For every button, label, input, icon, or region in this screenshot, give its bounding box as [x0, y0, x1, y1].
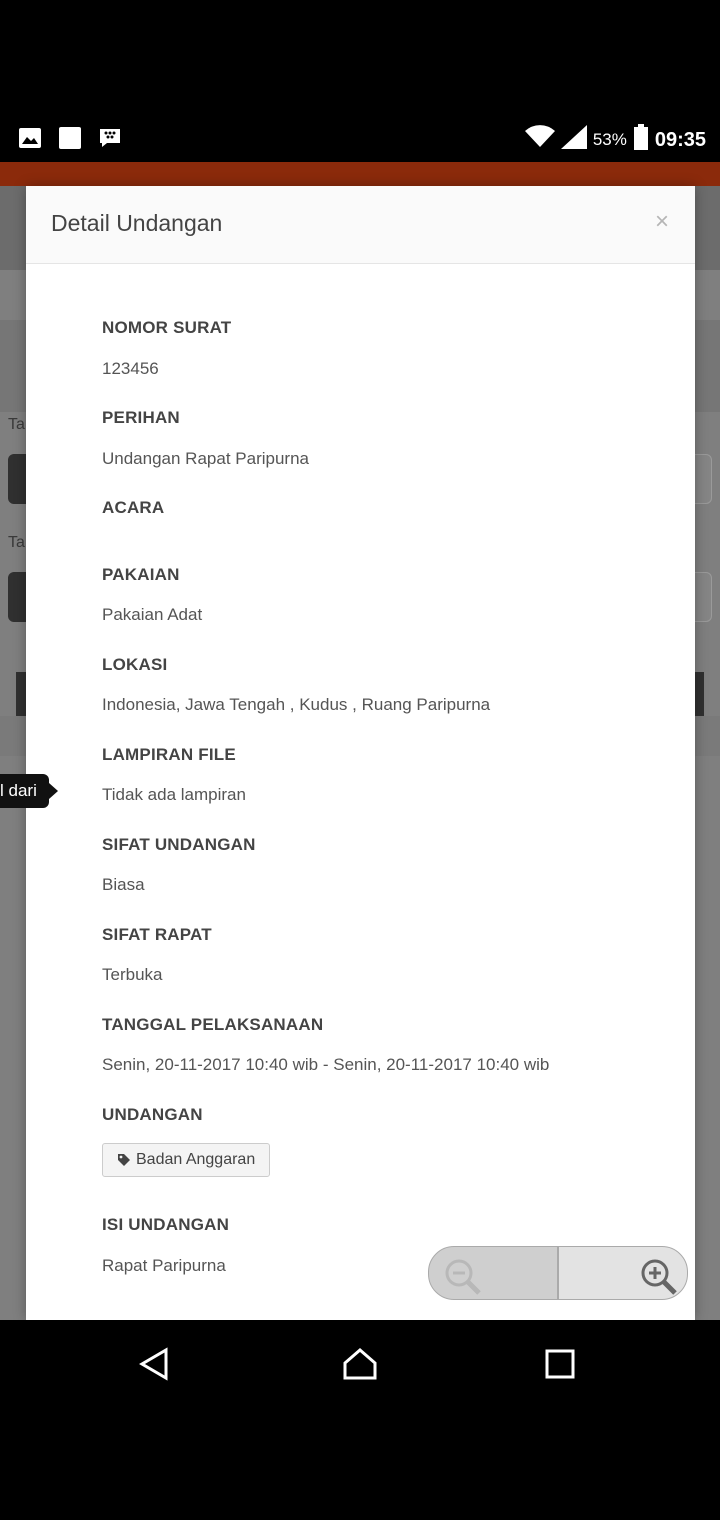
- field-value-isi-undangan: Rapat Paripurna: [102, 1256, 226, 1275]
- zoom-out-icon: [445, 1259, 481, 1295]
- field-value-lampiran-file: Tidak ada lampiran: [102, 785, 246, 804]
- battery-icon: [633, 124, 649, 156]
- home-button[interactable]: [338, 1342, 382, 1386]
- status-bar: 53% 09:35: [0, 118, 720, 162]
- field-label-acara: ACARA: [102, 498, 165, 517]
- modal-header: Detail Undangan ×: [26, 186, 695, 264]
- backdrop-label-2: Ta: [8, 534, 25, 551]
- field-label-undangan: UNDANGAN: [102, 1105, 203, 1124]
- battery-percent: 53%: [592, 130, 627, 149]
- zoom-in-icon: [641, 1259, 677, 1295]
- field-value-sifat-rapat: Terbuka: [102, 965, 163, 984]
- close-button[interactable]: ×: [655, 210, 669, 234]
- field-label-tanggal-pelaksanaan: TANGGAL PELAKSANAAN: [102, 1015, 324, 1034]
- recents-button[interactable]: [538, 1342, 582, 1386]
- home-icon: [343, 1348, 377, 1380]
- field-value-pakaian: Pakaian Adat: [102, 605, 203, 624]
- field-label-lampiran-file: LAMPIRAN FILE: [102, 745, 236, 764]
- field-label-lokasi: LOKASI: [102, 655, 168, 674]
- zoom-controls: [428, 1246, 688, 1300]
- modal-title: Detail Undangan: [51, 210, 223, 236]
- wifi-icon: [524, 125, 555, 155]
- backdrop-label-1: Ta: [8, 416, 25, 433]
- bbm-icon: [98, 126, 122, 150]
- detail-modal: Detail Undangan × NOMOR SURAT 123456 PER…: [26, 186, 695, 1320]
- field-value-tanggal-pelaksanaan: Senin, 20-11-2017 10:40 wib - Senin, 20-…: [102, 1055, 550, 1074]
- back-button[interactable]: [132, 1342, 176, 1386]
- field-value-nomor-surat: 123456: [102, 359, 159, 378]
- recents-icon: [545, 1349, 575, 1379]
- square-icon: [58, 126, 82, 150]
- navigation-bar: [0, 1320, 720, 1406]
- app-toolbar-strip: [0, 162, 720, 186]
- field-value-sifat-undangan: Biasa: [102, 875, 145, 894]
- zoom-out-button[interactable]: [428, 1246, 558, 1300]
- field-label-isi-undangan: ISI UNDANGAN: [102, 1215, 230, 1234]
- zoom-in-button[interactable]: [558, 1246, 688, 1300]
- field-label-sifat-undangan: SIFAT UNDANGAN: [102, 835, 256, 854]
- signal-icon: [560, 125, 587, 155]
- undangan-tag[interactable]: Badan Anggaran: [102, 1143, 271, 1177]
- clock: 09:35: [654, 128, 706, 151]
- field-label-sifat-rapat: SIFAT RAPAT: [102, 925, 212, 944]
- back-icon: [139, 1347, 168, 1381]
- field-label-perihan: PERIHAN: [102, 408, 180, 427]
- image-icon: [18, 126, 42, 150]
- field-label-nomor-surat: NOMOR SURAT: [102, 318, 232, 337]
- tooltip: l dari: [0, 774, 58, 808]
- tag-icon: [118, 1154, 130, 1166]
- field-value-lokasi: Indonesia, Jawa Tengah , Kudus , Ruang P…: [102, 695, 491, 714]
- undangan-tag-label: Badan Anggaran: [136, 1151, 256, 1168]
- field-value-perihan: Undangan Rapat Paripurna: [102, 449, 309, 468]
- field-label-pakaian: PAKAIAN: [102, 565, 180, 584]
